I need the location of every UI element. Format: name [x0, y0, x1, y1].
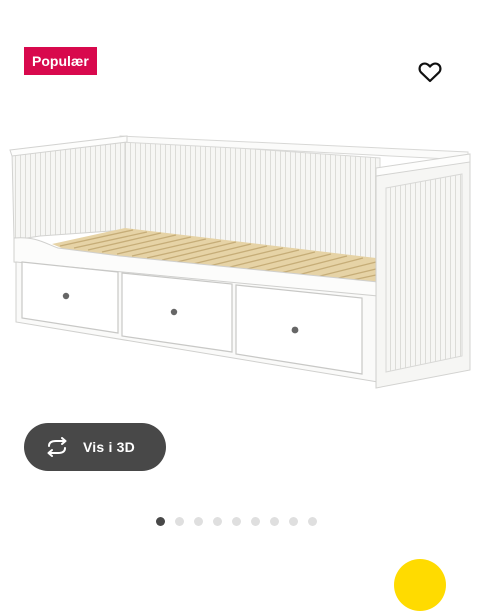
- daybed-illustration: [9, 135, 471, 389]
- carousel-dot[interactable]: [308, 517, 317, 526]
- carousel-dot[interactable]: [270, 517, 279, 526]
- rotate-3d-icon: [44, 436, 72, 458]
- view-in-3d-label: Vis i 3D: [83, 439, 135, 455]
- popular-badge-label: Populær: [32, 53, 89, 69]
- carousel-dot[interactable]: [156, 517, 165, 526]
- product-image[interactable]: [0, 110, 480, 410]
- carousel-dot[interactable]: [232, 517, 241, 526]
- carousel-dot[interactable]: [213, 517, 222, 526]
- carousel-dots: [156, 517, 317, 526]
- carousel-dot[interactable]: [175, 517, 184, 526]
- carousel-dot[interactable]: [289, 517, 298, 526]
- view-in-3d-button[interactable]: Vis i 3D: [24, 423, 166, 471]
- carousel-dot[interactable]: [251, 517, 260, 526]
- carousel-dot[interactable]: [194, 517, 203, 526]
- popular-badge: Populær: [24, 47, 97, 75]
- favorite-button[interactable]: [416, 58, 444, 86]
- heart-outline-icon: [418, 62, 442, 83]
